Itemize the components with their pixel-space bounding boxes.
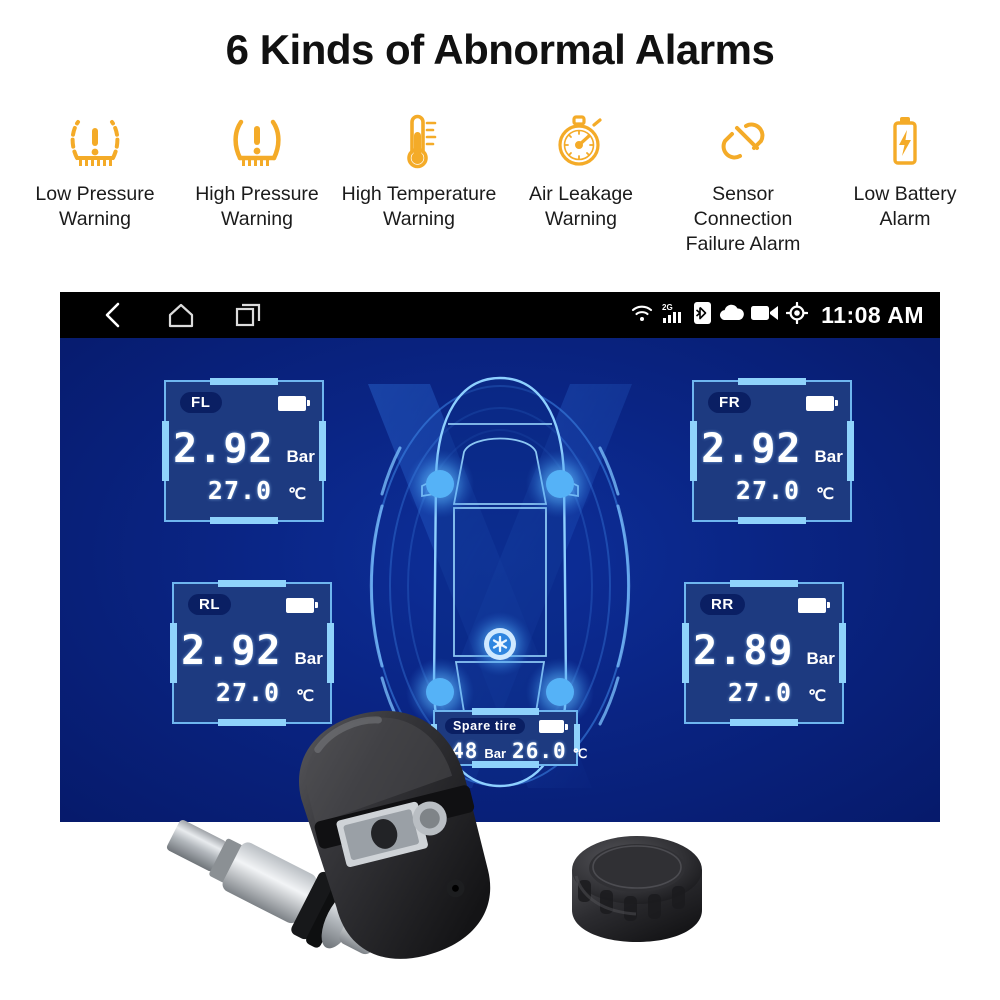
- android-status-bar: 2G 11:08 AM: [60, 292, 940, 338]
- home-icon[interactable]: [166, 300, 196, 330]
- tire-temperature-value: 27.0: [207, 476, 273, 505]
- alarm-item-high-temperature: High Temperature Warning: [338, 110, 500, 232]
- tire-temperature-value: 27.0: [727, 678, 793, 707]
- sensor-battery-icon: [286, 598, 318, 613]
- page-title: 6 Kinds of Abnormal Alarms: [225, 26, 775, 73]
- sensor-battery-icon: [278, 396, 310, 411]
- battery-bolt-icon: [867, 110, 943, 172]
- tire-pressure-unit: Bar: [806, 649, 835, 668]
- tire-panel-fr[interactable]: FR 2.92 Bar 27.0 ℃: [690, 378, 854, 524]
- gps-target-icon: [785, 301, 809, 329]
- alarm-types-row: Low Pressure Warning High Pressure Warni…: [14, 110, 986, 255]
- tire-temperature-unit: ℃: [288, 486, 307, 503]
- video-camera-icon: [751, 304, 779, 327]
- tire-temperature-value: 27.0: [215, 678, 281, 707]
- tire-panel-rl[interactable]: RL 2.92 Bar 27.0 ℃: [170, 580, 334, 726]
- status-indicators: 2G 11:08 AM: [630, 301, 924, 329]
- thermometer-icon: [381, 110, 457, 172]
- wifi-icon: [630, 303, 654, 328]
- alarm-item-sensor-connection-failure: Sensor Connection Failure Alarm: [662, 110, 824, 257]
- navigation-buttons: [98, 300, 264, 330]
- alarm-label: Air Leakage Warning: [528, 183, 634, 230]
- tire-panel-fl[interactable]: FL 2.92 Bar 27.0 ℃: [162, 378, 326, 524]
- alarm-label: Sensor Connection Failure Alarm: [685, 183, 801, 255]
- sensor-battery-icon: [539, 720, 568, 733]
- tire-pressure-row: 2.92 Bar: [166, 426, 322, 472]
- tire-temperature-row: 27.0 ℃: [174, 678, 330, 707]
- tire-pressure-unit: Bar: [286, 447, 315, 466]
- tire-position-badge: FR: [708, 392, 752, 413]
- alarm-item-low-battery: Low Battery Alarm: [824, 110, 986, 232]
- alarm-item-air-leakage: Air Leakage Warning: [500, 110, 662, 232]
- tire-temperature-unit: ℃: [808, 688, 827, 705]
- wheel-hub-icon: [468, 612, 532, 676]
- sensor-battery-icon: [806, 396, 838, 411]
- status-clock: 11:08 AM: [821, 301, 924, 328]
- bluetooth-icon: [694, 301, 712, 329]
- stopwatch-icon: [543, 110, 619, 172]
- tire-pressure-unit: Bar: [294, 649, 323, 668]
- tire-pressure-value: 2.92: [181, 628, 282, 674]
- alarm-label: High Temperature Warning: [341, 183, 497, 230]
- internal-tpms-sensor: [140, 706, 540, 971]
- tire-pressure-value: 2.92: [173, 426, 274, 472]
- alarm-item-high-pressure: High Pressure Warning: [176, 110, 338, 232]
- tire-position-badge: FL: [180, 392, 222, 413]
- sensor-battery-icon: [798, 598, 830, 613]
- tire-position-badge: RL: [188, 594, 232, 615]
- signal-2g-icon: 2G: [661, 302, 687, 329]
- high-tire-pressure-icon: [219, 110, 295, 172]
- tire-pressure-row: 2.89 Bar: [686, 628, 842, 674]
- tire-pressure-value: 2.92: [701, 426, 802, 472]
- low-tire-pressure-icon: [57, 110, 133, 172]
- tire-pressure-row: 2.92 Bar: [174, 628, 330, 674]
- tire-temperature-unit: ℃: [296, 688, 315, 705]
- tire-pressure-row: 2.92 Bar: [694, 426, 850, 472]
- tire-panel-rr[interactable]: RR 2.89 Bar 27.0 ℃: [682, 580, 846, 726]
- tire-temperature-row: 27.0 ℃: [166, 476, 322, 505]
- alarm-label: Low Battery Alarm: [853, 183, 957, 230]
- tire-pressure-unit: Bar: [814, 447, 843, 466]
- tire-position-badge: RR: [700, 594, 745, 615]
- tire-temperature-value: 27.0: [735, 476, 801, 505]
- alarm-label: Low Pressure Warning: [35, 183, 155, 230]
- broken-link-icon: [705, 110, 781, 172]
- spare-temperature-unit: ℃: [572, 746, 588, 761]
- recents-icon[interactable]: [234, 300, 264, 330]
- alarm-item-low-pressure: Low Pressure Warning: [14, 110, 176, 232]
- tire-temperature-row: 27.0 ℃: [686, 678, 842, 707]
- tire-pressure-value: 2.89: [693, 628, 794, 674]
- alarm-label: High Pressure Warning: [195, 183, 319, 230]
- external-tpms-sensor-cap: [562, 828, 712, 948]
- tire-temperature-unit: ℃: [816, 486, 835, 503]
- back-icon[interactable]: [98, 300, 128, 330]
- tire-temperature-row: 27.0 ℃: [694, 476, 850, 505]
- cloud-icon: [718, 303, 744, 328]
- svg-text:2G: 2G: [662, 303, 673, 312]
